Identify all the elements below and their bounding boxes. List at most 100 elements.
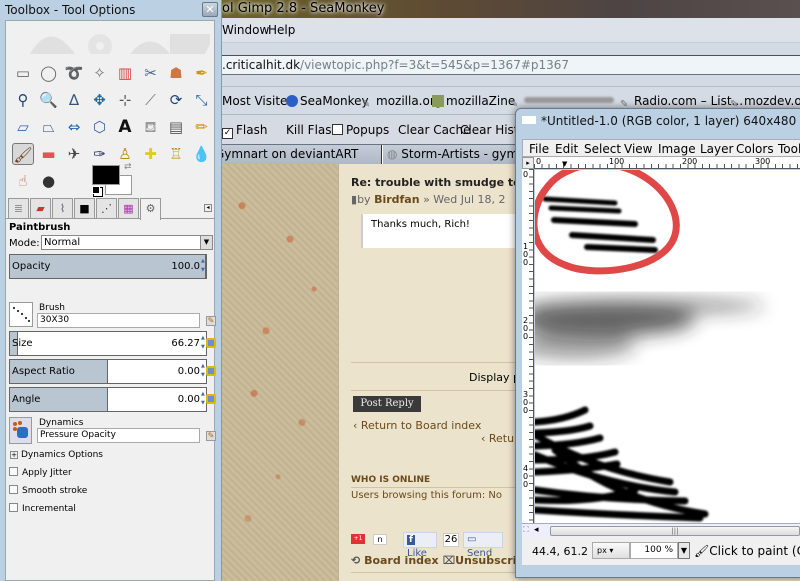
bookmark-mozilla-org[interactable]: ✎ mozilla.org	[362, 94, 442, 111]
mode-select[interactable]: Normal ▼	[41, 235, 213, 250]
swap-colors-icon[interactable]: ⇄	[124, 162, 132, 172]
edit-dynamics-icon[interactable]: ✎	[206, 431, 216, 441]
angle-slider[interactable]: Angle 0.00 ▲ ▼	[9, 387, 207, 412]
zoom-dropdown-button[interactable]: ▼	[678, 542, 690, 559]
bookmark-most-visited[interactable]: Most Visited	[222, 94, 295, 108]
horizontal-scrollbar[interactable]: ⛶ ◂ |||	[522, 523, 800, 537]
checkbox[interactable]	[9, 485, 18, 494]
perspective-clone-tool-button[interactable]: ♖	[165, 143, 187, 165]
opacity-slider[interactable]: Opacity 100.0 ▲ ▼	[9, 254, 207, 279]
rect-select-tool-button[interactable]: ▭	[12, 62, 34, 84]
gimp-menu-edit[interactable]: Edit	[555, 142, 578, 156]
pencil-tool-button[interactable]: ✏	[191, 116, 213, 138]
tool-options-tab[interactable]: ⚙	[140, 198, 161, 220]
url-input[interactable]: .criticalhit.dk/viewtopic.php?f=3&t=545&…	[210, 55, 800, 75]
brush-preview[interactable]	[9, 302, 33, 327]
navigate-icon[interactable]: ⛶	[523, 525, 529, 535]
heal-tool-button[interactable]: ✚	[140, 143, 162, 165]
return-board-index-link[interactable]: ‹ Return to Board index	[353, 419, 481, 432]
facebook-like-button[interactable]: f Like	[403, 532, 437, 559]
post-title[interactable]: Re: trouble with smudge tool	[351, 176, 532, 189]
close-button[interactable]: ✕	[202, 2, 218, 17]
reset-angle-icon[interactable]	[206, 394, 216, 404]
image-canvas[interactable]	[535, 170, 800, 523]
gimp-menu-view[interactable]: View	[624, 142, 652, 156]
paintbrush-tool-button[interactable]: 🖌	[12, 143, 34, 165]
horizontal-ruler[interactable]: 0 100 200 300 ▼	[534, 157, 800, 169]
layers-tab[interactable]: ≣	[8, 198, 29, 219]
colors-tab[interactable]: ■	[74, 198, 95, 219]
quick-mask-toggle[interactable]: ▸	[522, 157, 534, 169]
crop-tool-button[interactable]: ⟋	[140, 89, 162, 111]
scissors-tool-button[interactable]: ✂	[140, 62, 162, 84]
airbrush-tool-button[interactable]: ✈	[63, 143, 85, 165]
gimp-menu-image[interactable]: Image	[658, 142, 696, 156]
chevron-down-icon[interactable]: ▼	[200, 236, 212, 249]
gimp-menu-select[interactable]: Select	[584, 142, 621, 156]
color-picker-tool-button[interactable]: ⚲	[12, 89, 34, 111]
scrollbar-thumb[interactable]: |||	[550, 526, 800, 536]
measure-tool-button[interactable]: ∆	[63, 89, 85, 111]
reset-size-icon[interactable]	[206, 338, 216, 348]
board-index-link[interactable]: Board index	[364, 554, 439, 567]
zoom-tool-button[interactable]: 🔍	[38, 89, 60, 111]
bookmark-seamonkey[interactable]: SeaMonkey	[286, 94, 369, 108]
unit-select[interactable]: px ▾	[592, 542, 630, 559]
aspect-ratio-slider[interactable]: Aspect Ratio 0.00 ▲ ▼	[9, 359, 207, 384]
checkbox[interactable]	[9, 503, 18, 512]
bucket-fill-tool-button[interactable]: ⛾	[140, 116, 162, 138]
free-select-tool-button[interactable]: ➰	[63, 62, 85, 84]
dodge-burn-tool-button[interactable]: ●	[38, 170, 60, 192]
post-author[interactable]: Birdfan	[374, 193, 420, 206]
menu-help[interactable]: Help	[268, 23, 295, 37]
facebook-send-button[interactable]: ▭ Send	[463, 532, 503, 559]
gimp-menu-layer[interactable]: Layer	[700, 142, 733, 156]
palette-tab[interactable]: ▦	[118, 198, 139, 219]
post-reply-button[interactable]: Post Reply	[353, 396, 421, 412]
spin-buttons[interactable]: ▲ ▼	[201, 257, 207, 277]
smooth-stroke-checkbox[interactable]: Smooth stroke	[9, 485, 87, 496]
return-link[interactable]: ‹ Retur	[481, 432, 519, 445]
size-slider[interactable]: Size 66.27 ▲ ▼	[9, 331, 207, 356]
channels-tab[interactable]: ▰	[30, 198, 51, 219]
tab-storm-artists[interactable]: ◍ Storm-Artists - gymna	[382, 145, 522, 164]
gimp-menu-colors[interactable]: Colors	[736, 142, 774, 156]
align-tool-button[interactable]: ⊹	[114, 89, 136, 111]
eraser-tool-button[interactable]: ▬	[38, 143, 60, 165]
scroll-left-icon[interactable]: ◂	[534, 525, 539, 535]
reset-aspect-icon[interactable]	[206, 366, 216, 376]
flip-tool-button[interactable]: ⇔	[63, 116, 85, 138]
foreground-color[interactable]	[92, 165, 120, 185]
unsubscribe-link[interactable]: Unsubscrib	[455, 554, 524, 567]
move-tool-button[interactable]: ✥	[89, 89, 111, 111]
brush-name-field[interactable]: 30X30	[37, 313, 200, 328]
gimp-menu-tools[interactable]: Tools	[778, 142, 800, 156]
paths-tab[interactable]: ⌇	[52, 198, 73, 219]
flash-checkbox[interactable]: ✓	[222, 128, 233, 139]
tab-gymnart[interactable]: Gymnart on deviantART	[210, 145, 382, 164]
checkbox[interactable]	[9, 467, 18, 476]
foreground-select-tool-button[interactable]: ☗	[165, 62, 187, 84]
zoom-input[interactable]: 100 %	[630, 542, 678, 559]
dynamics-preview[interactable]	[9, 417, 32, 444]
brushes-tab[interactable]: ⋰	[96, 198, 117, 219]
perspective-tool-button[interactable]: ⏢	[38, 116, 60, 138]
dynamics-name-field[interactable]: Pressure Opacity	[37, 428, 200, 443]
dynamics-options-expander[interactable]: + Dynamics Options	[10, 450, 103, 460]
gimp-menu-file[interactable]: File	[529, 142, 549, 156]
bookmark-mozillazine[interactable]: mozillaZine	[432, 94, 515, 108]
blur-sharpen-tool-button[interactable]: 💧	[191, 143, 213, 165]
select-by-color-tool-button[interactable]: ▥	[114, 62, 136, 84]
blend-tool-button[interactable]: ▤	[165, 116, 187, 138]
fuzzy-select-tool-button[interactable]: ✧	[89, 62, 111, 84]
default-colors-icon[interactable]	[92, 186, 100, 194]
rotate-tool-button[interactable]: ⟳	[165, 89, 187, 111]
flash-toggle[interactable]: ✓ Flash	[222, 123, 267, 139]
shear-tool-button[interactable]: ▱	[12, 116, 34, 138]
vertical-ruler[interactable]: 0 100 200 300 400	[522, 169, 534, 523]
scale-tool-button[interactable]: ⤡	[191, 89, 213, 111]
ink-tool-button[interactable]: ✑	[89, 143, 111, 165]
ellipse-select-tool-button[interactable]: ◯	[38, 62, 60, 84]
incremental-checkbox[interactable]: Incremental	[9, 503, 76, 514]
apply-jitter-checkbox[interactable]: Apply Jitter	[9, 467, 72, 478]
